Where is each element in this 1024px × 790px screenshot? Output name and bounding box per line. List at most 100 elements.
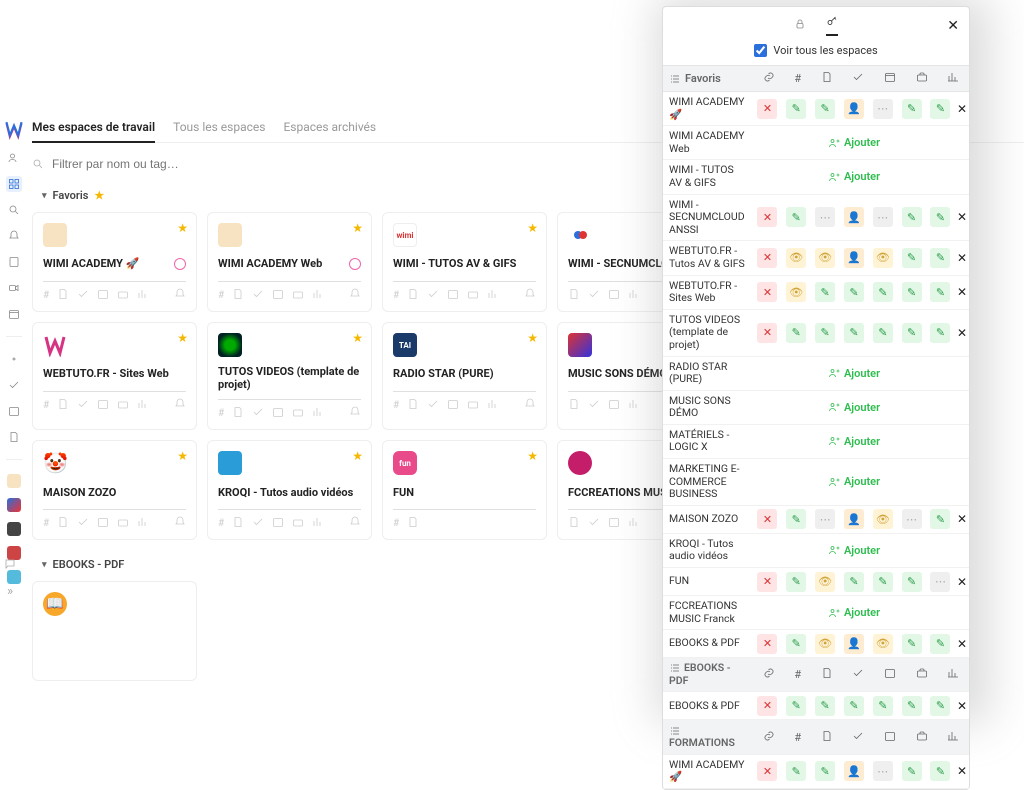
star-icon[interactable]: ★ xyxy=(352,449,363,463)
workspace-card[interactable]: ★ KROQI - Tutos audio vidéos # xyxy=(207,440,372,540)
tab-my-spaces[interactable]: Mes espaces de travail xyxy=(32,120,155,143)
perm-cell[interactable]: ✎ xyxy=(786,572,806,592)
star-icon[interactable]: ★ xyxy=(527,449,538,463)
add-button[interactable]: Ajouter xyxy=(753,367,955,380)
perm-cell[interactable]: ⋯ xyxy=(873,99,893,119)
perm-cell[interactable]: ✎ xyxy=(786,207,806,227)
show-all-checkbox[interactable] xyxy=(754,44,767,57)
perm-cell[interactable]: ✎ xyxy=(902,282,922,302)
tab-all-spaces[interactable]: Tous les espaces xyxy=(173,120,265,134)
perm-cell[interactable]: 👤 xyxy=(844,509,864,529)
perm-cell[interactable]: ✎ xyxy=(873,282,893,302)
perm-cell[interactable]: ⋯ xyxy=(902,509,922,529)
perm-cell[interactable]: ✎ xyxy=(930,248,950,268)
perm-cell[interactable]: ✎ xyxy=(815,323,835,343)
perm-cell[interactable]: 👁 xyxy=(786,282,806,302)
remove-icon[interactable]: ✕ xyxy=(955,699,969,713)
lock-icon[interactable] xyxy=(794,18,806,33)
key-icon[interactable] xyxy=(826,15,838,36)
check-rail-icon[interactable] xyxy=(6,377,22,393)
perm-cell[interactable]: ✎ xyxy=(786,696,806,716)
perm-cell[interactable]: 👁 xyxy=(815,634,835,654)
perm-cell[interactable]: ✎ xyxy=(930,99,950,119)
perm-cell[interactable]: ✎ xyxy=(930,282,950,302)
perm-cell[interactable]: 👁 xyxy=(815,572,835,592)
perm-cell[interactable]: ✎ xyxy=(930,207,950,227)
star-icon[interactable]: ★ xyxy=(177,221,188,235)
star-icon[interactable]: ★ xyxy=(352,221,363,235)
perm-cell[interactable]: ✕ xyxy=(757,572,777,592)
perm-cell[interactable]: ✕ xyxy=(757,696,777,716)
tab-archived[interactable]: Espaces archivés xyxy=(283,120,376,134)
video-icon[interactable] xyxy=(6,280,22,296)
calendar-rail-icon[interactable] xyxy=(6,306,22,322)
star-icon[interactable]: ★ xyxy=(527,221,538,235)
workspace-card[interactable]: ★ WIMI ACADEMY Web # xyxy=(207,212,372,312)
star-icon[interactable]: ★ xyxy=(527,331,538,345)
perm-cell[interactable]: ✎ xyxy=(815,696,835,716)
perm-cell[interactable]: 👤 xyxy=(844,761,864,781)
perm-cell[interactable]: ✎ xyxy=(930,323,950,343)
bell-icon[interactable] xyxy=(6,228,22,244)
workspace-card[interactable]: ★ TAI RADIO STAR (PURE) # xyxy=(382,322,547,430)
chat-icon[interactable] xyxy=(4,555,16,574)
perm-cell[interactable]: ⋯ xyxy=(873,207,893,227)
perm-cell[interactable]: ✕ xyxy=(757,323,777,343)
doc-rail-icon[interactable] xyxy=(6,429,22,445)
remove-icon[interactable]: ✕ xyxy=(955,512,969,526)
perm-cell[interactable]: ✎ xyxy=(844,696,864,716)
remove-icon[interactable]: ✕ xyxy=(955,251,969,265)
search-icon[interactable] xyxy=(6,202,22,218)
star-icon[interactable]: ★ xyxy=(177,449,188,463)
perm-cell[interactable]: 👁 xyxy=(815,248,835,268)
perm-cell[interactable]: 👤 xyxy=(844,248,864,268)
perm-cell[interactable]: ✕ xyxy=(757,248,777,268)
perm-cell[interactable]: ✎ xyxy=(902,207,922,227)
perm-cell[interactable]: ✎ xyxy=(930,761,950,781)
app-logo-icon[interactable] xyxy=(4,120,24,140)
perm-cell[interactable]: ⋯ xyxy=(873,761,893,781)
perm-cell[interactable]: ✎ xyxy=(930,696,950,716)
perm-cell[interactable]: ✎ xyxy=(902,248,922,268)
perm-cell[interactable]: ✎ xyxy=(786,323,806,343)
add-button[interactable]: Ajouter xyxy=(753,606,955,619)
remove-icon[interactable]: ✕ xyxy=(955,637,969,651)
perm-cell[interactable]: ✕ xyxy=(757,509,777,529)
perm-cell[interactable]: ✕ xyxy=(757,99,777,119)
workspace-card[interactable]: ★ fun FUN # xyxy=(382,440,547,540)
perm-cell[interactable]: ✎ xyxy=(873,323,893,343)
perm-cell[interactable]: ✕ xyxy=(757,207,777,227)
workspace-card[interactable]: 📖 xyxy=(32,581,197,681)
perm-cell[interactable]: ✕ xyxy=(757,282,777,302)
perm-cell[interactable]: ✎ xyxy=(930,634,950,654)
add-button[interactable]: Ajouter xyxy=(753,435,955,448)
calendar2-rail-icon[interactable] xyxy=(6,403,22,419)
perm-cell[interactable]: ⋯ xyxy=(815,207,835,227)
workspace-card[interactable]: ★ 🤡 MAISON ZOZO # xyxy=(32,440,197,540)
perm-cell[interactable]: ✎ xyxy=(844,572,864,592)
perm-cell[interactable]: ✎ xyxy=(815,99,835,119)
users-icon[interactable] xyxy=(6,150,22,166)
perm-cell[interactable]: ✎ xyxy=(844,323,864,343)
perm-cell[interactable]: 👁 xyxy=(786,248,806,268)
star-icon[interactable]: ★ xyxy=(352,331,363,345)
book-icon[interactable] xyxy=(6,254,22,270)
thumb2-icon[interactable] xyxy=(7,498,21,512)
perm-cell[interactable]: ✎ xyxy=(786,509,806,529)
filter-input[interactable] xyxy=(52,157,352,171)
remove-icon[interactable]: ✕ xyxy=(955,210,969,224)
expand-icon[interactable]: » xyxy=(7,584,13,599)
workspace-card[interactable]: ★ WIMI ACADEMY 🚀 # xyxy=(32,212,197,312)
add-button[interactable]: Ajouter xyxy=(753,170,955,183)
perm-cell[interactable]: 👤 xyxy=(844,99,864,119)
perm-cell[interactable]: ✎ xyxy=(786,761,806,781)
perm-cell[interactable]: ⋯ xyxy=(815,509,835,529)
perm-cell[interactable]: ✎ xyxy=(930,509,950,529)
perm-cell[interactable]: ✎ xyxy=(844,282,864,302)
workspace-card[interactable]: ★ wimi WIMI - TUTOS AV & GIFS # xyxy=(382,212,547,312)
perm-cell[interactable]: ✕ xyxy=(757,634,777,654)
thumb3-icon[interactable] xyxy=(7,522,21,536)
perm-cell[interactable]: ⋯ xyxy=(930,572,950,592)
remove-icon[interactable]: ✕ xyxy=(955,102,969,116)
remove-icon[interactable]: ✕ xyxy=(955,285,969,299)
